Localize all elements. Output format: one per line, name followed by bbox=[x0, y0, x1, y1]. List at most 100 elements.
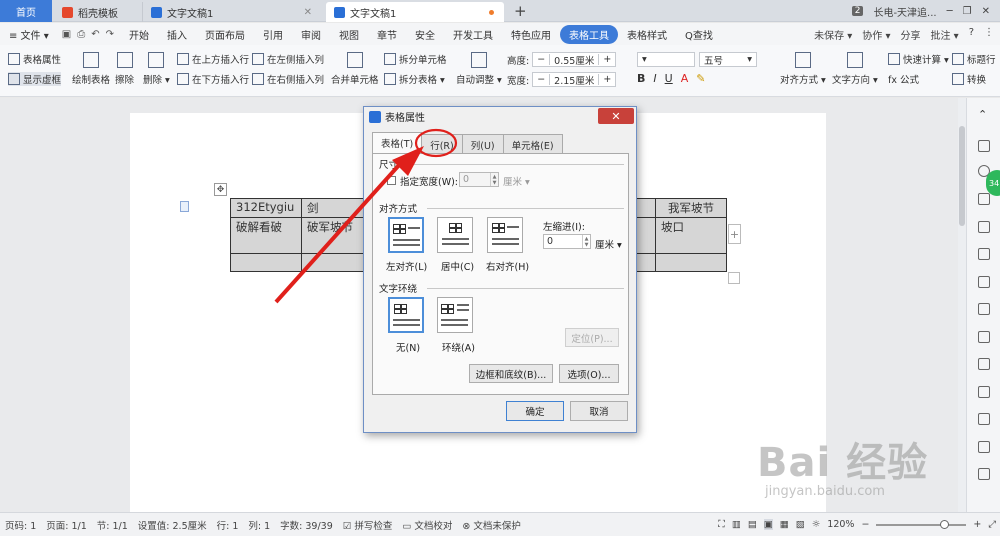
quick-calc-button[interactable]: 快速计算 ▾ bbox=[888, 52, 949, 66]
menu-review[interactable]: 审阅 bbox=[292, 27, 330, 42]
paragraph-icon[interactable] bbox=[180, 201, 189, 212]
table-icon[interactable] bbox=[978, 221, 990, 233]
title-row-button[interactable]: 标题行 bbox=[952, 52, 996, 66]
table-cell[interactable]: 我军坡节 bbox=[655, 198, 727, 218]
proofread-button[interactable]: ▭ 文档校对 bbox=[397, 518, 457, 532]
align-center-option[interactable] bbox=[437, 217, 473, 253]
indent-unit-select[interactable]: 厘米 ▾ bbox=[595, 237, 622, 251]
share-button[interactable]: 分享 bbox=[900, 27, 920, 42]
insert-col-left-button[interactable]: 在左侧插入列 bbox=[252, 52, 324, 66]
status-setting[interactable]: 设置值: 2.5厘米 bbox=[133, 518, 212, 532]
tab-document-active[interactable]: 文字文稿1 bbox=[326, 2, 504, 22]
chart-icon[interactable] bbox=[978, 276, 990, 288]
print-layout-icon[interactable]: ▣ bbox=[763, 519, 773, 530]
more-button[interactable]: ⋮ bbox=[984, 27, 994, 42]
insert-row-below-button[interactable]: 在下方插入行 bbox=[177, 72, 249, 86]
split-cells-button[interactable]: 拆分单元格 bbox=[384, 52, 447, 66]
print-icon[interactable]: ⎙ bbox=[77, 29, 85, 40]
status-row[interactable]: 行: 1 bbox=[212, 518, 244, 532]
status-page-number[interactable]: 页码: 1 bbox=[0, 518, 41, 532]
table-cell[interactable] bbox=[230, 253, 302, 272]
italic-icon[interactable]: I bbox=[653, 72, 656, 85]
tab-home[interactable]: 首页 bbox=[0, 0, 52, 22]
tab-document-1[interactable]: 文字文稿1 ✕ bbox=[142, 2, 320, 22]
tab-column[interactable]: 列(U) bbox=[461, 134, 504, 155]
table-move-handle-icon[interactable]: ✥ bbox=[214, 183, 227, 196]
split-table-button[interactable]: 拆分表格 ▾ bbox=[384, 72, 445, 86]
status-column[interactable]: 列: 1 bbox=[243, 518, 275, 532]
menu-insert[interactable]: 插入 bbox=[158, 27, 196, 42]
minimize-button[interactable]: ─ bbox=[947, 6, 953, 17]
font-size-select[interactable]: 五号 ▾ bbox=[699, 52, 757, 67]
auto-adjust-button[interactable]: 自动调整 ▾ bbox=[456, 52, 502, 86]
width-input[interactable]: 0 ▲ ▼ bbox=[459, 172, 499, 187]
menu-developer[interactable]: 开发工具 bbox=[444, 27, 502, 42]
align-left-option[interactable] bbox=[388, 217, 424, 253]
undo-icon[interactable]: ↶ bbox=[91, 29, 99, 40]
table-properties-button[interactable]: 表格属性 bbox=[8, 52, 61, 66]
ok-button[interactable]: 确定 bbox=[506, 401, 564, 421]
search-button[interactable]: Q查找 bbox=[676, 27, 722, 42]
align-right-option[interactable] bbox=[487, 217, 523, 253]
indent-input[interactable]: 0 ▲ ▼ bbox=[543, 234, 591, 249]
status-word-count[interactable]: 字数: 39/39 bbox=[275, 518, 338, 532]
more-tools-icon[interactable] bbox=[978, 468, 990, 480]
col-width-stepper[interactable]: −2.15厘米 + bbox=[532, 72, 617, 87]
position-button[interactable]: 定位(P)... bbox=[565, 328, 619, 347]
shape-icon[interactable] bbox=[978, 193, 990, 205]
doc-protect-button[interactable]: ⊗ 文档未保护 bbox=[457, 518, 526, 532]
zoom-out-button[interactable]: − bbox=[861, 519, 869, 530]
comment-button[interactable]: 批注 ▾ bbox=[930, 27, 958, 42]
borders-shading-button[interactable]: 边框和底纹(B)... bbox=[469, 364, 553, 383]
menu-home[interactable]: 开始 bbox=[120, 27, 158, 42]
indent-spinner[interactable]: ▲ ▼ bbox=[582, 235, 590, 248]
convert-button[interactable]: 转换 bbox=[952, 72, 986, 86]
merge-cells-button[interactable]: 合并单元格 bbox=[331, 52, 379, 86]
zoom-slider[interactable] bbox=[876, 519, 967, 529]
collaborate-button[interactable]: 协作 ▾ bbox=[862, 27, 890, 42]
layout-icon[interactable] bbox=[978, 413, 990, 425]
close-window-button[interactable]: ✕ bbox=[982, 6, 990, 17]
wrap-around-option[interactable] bbox=[437, 297, 473, 333]
menu-view[interactable]: 视图 bbox=[330, 27, 368, 42]
share-icon[interactable] bbox=[978, 358, 990, 370]
settings-icon[interactable] bbox=[978, 303, 990, 315]
read-mode-icon[interactable]: ▥ bbox=[732, 519, 741, 530]
show-gridlines-button[interactable]: 显示虚框 bbox=[8, 72, 62, 86]
fullscreen-icon[interactable]: ⛶ bbox=[718, 519, 725, 530]
specify-width-checkbox[interactable] bbox=[387, 176, 396, 185]
vertical-scrollbar[interactable] bbox=[958, 98, 966, 512]
plus-icon[interactable]: + bbox=[598, 74, 615, 85]
insert-row-above-button[interactable]: 在上方插入行 bbox=[177, 52, 249, 66]
web-view-icon[interactable]: ▦ bbox=[780, 519, 789, 530]
grid-icon[interactable] bbox=[978, 248, 990, 260]
align-button[interactable]: 对齐方式 ▾ bbox=[780, 52, 826, 86]
table-cell[interactable]: 坡口 bbox=[655, 217, 727, 254]
menu-table-style[interactable]: 表格样式 bbox=[618, 27, 676, 42]
width-unit-select[interactable]: 厘米 ▾ bbox=[503, 174, 530, 188]
add-column-button[interactable]: + bbox=[728, 224, 741, 244]
table-cell[interactable]: 破解看破 bbox=[230, 217, 302, 254]
dialog-close-button[interactable]: ✕ bbox=[598, 108, 634, 124]
menu-special[interactable]: 特色应用 bbox=[502, 27, 560, 42]
pointer-icon[interactable] bbox=[978, 140, 990, 152]
insert-col-right-button[interactable]: 在右侧插入列 bbox=[252, 72, 324, 86]
highlight-icon[interactable]: ✎ bbox=[696, 72, 705, 85]
table-cell[interactable] bbox=[655, 253, 727, 272]
tab-table[interactable]: 表格(T) bbox=[372, 132, 423, 155]
formula-button[interactable]: fx 公式 bbox=[888, 72, 919, 86]
zoom-slider-knob[interactable] bbox=[940, 519, 950, 529]
menu-references[interactable]: 引用 bbox=[254, 27, 292, 42]
page-view-icon[interactable]: ▤ bbox=[748, 519, 757, 530]
menu-chapter[interactable]: 章节 bbox=[368, 27, 406, 42]
col-width-value[interactable]: 2.15厘米 bbox=[550, 73, 598, 87]
file-menu[interactable]: ≡ 文件 ▾ bbox=[0, 27, 58, 42]
menu-page-layout[interactable]: 页面布局 bbox=[196, 27, 254, 42]
zoom-in-button[interactable]: + bbox=[973, 519, 981, 530]
bold-icon[interactable]: B bbox=[637, 72, 645, 85]
row-height-value[interactable]: 0.55厘米 bbox=[550, 53, 598, 67]
help-button[interactable]: ? bbox=[969, 27, 974, 42]
chevron-up-icon[interactable]: ⌃ bbox=[978, 108, 990, 121]
eye-protect-icon[interactable]: ☼ bbox=[812, 519, 821, 530]
status-section[interactable]: 节: 1/1 bbox=[92, 518, 133, 532]
